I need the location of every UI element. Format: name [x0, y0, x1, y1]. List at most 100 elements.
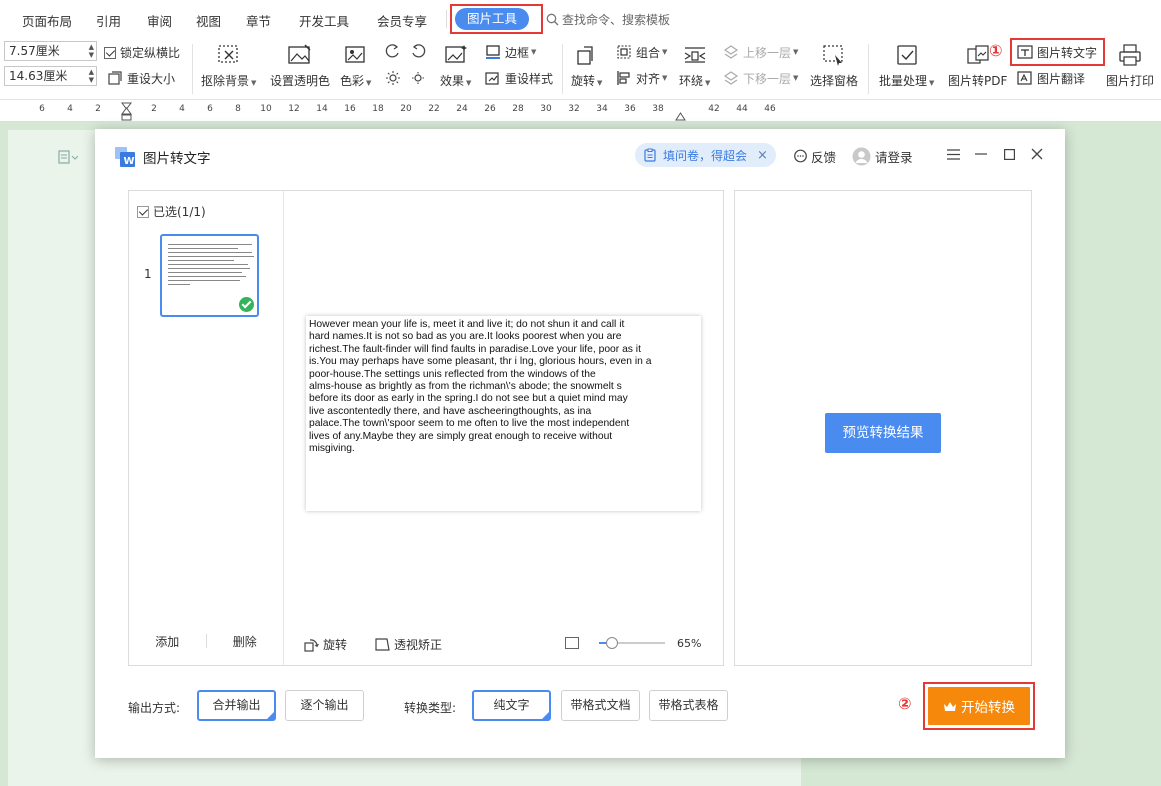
remove-background-button[interactable]: 抠除背景 ▼ [201, 42, 256, 89]
zoom-slider[interactable] [599, 636, 665, 650]
set-transparent-button[interactable]: 设置透明色 [270, 42, 330, 89]
delete-image-button[interactable]: 删除 [207, 633, 284, 650]
picture-print-button[interactable]: 图片打印 [1106, 42, 1154, 89]
ruler-tick: 14 [316, 104, 328, 114]
tab-picture-tools[interactable]: 图片工具 [455, 8, 529, 30]
menu-member[interactable]: 会员专享 [377, 11, 427, 30]
output-merge-option[interactable]: 合并输出 [197, 690, 276, 721]
effects-icon [442, 42, 470, 68]
brightness-down-button[interactable] [409, 69, 430, 87]
rotate-label: 旋转 [571, 74, 596, 88]
picture-to-text-icon [1016, 43, 1034, 61]
image-thumbnail[interactable] [160, 234, 259, 317]
preview-text-line: richest.The fault-finder will find fault… [309, 343, 641, 355]
perspective-icon [375, 638, 390, 651]
menu-icon[interactable] [945, 146, 961, 162]
bring-forward-icon [722, 43, 740, 61]
bring-forward-label: 上移一层 [743, 45, 792, 60]
type-formatted-table-option[interactable]: 带格式表格 [649, 690, 728, 721]
reset-size-button[interactable]: 重设大小 [106, 69, 175, 87]
dialog-title: 图片转文字 [143, 151, 211, 167]
effects-button[interactable]: 效果 ▼ [440, 42, 471, 89]
width-stepper[interactable]: ▲ ▼ [89, 43, 94, 59]
add-image-button[interactable]: 添加 [129, 633, 206, 650]
login-button[interactable]: 请登录 [852, 147, 913, 166]
rotate-icon [304, 639, 319, 652]
effects-label: 效果 [440, 74, 465, 88]
minimize-icon[interactable] [973, 146, 989, 162]
border-label: 边框 [505, 45, 530, 60]
menu-review[interactable]: 审阅 [147, 11, 172, 30]
menu-page-layout[interactable]: 页面布局 [22, 11, 72, 30]
command-search[interactable]: 查找命令、搜索模板 [546, 11, 670, 28]
feedback-label: 反馈 [811, 150, 837, 165]
clipboard-icon [644, 148, 656, 162]
width-input[interactable]: 7.57厘米 ▲ ▼ [4, 41, 97, 61]
picture-to-text-button[interactable]: 图片转文字 [1016, 43, 1097, 61]
translate-icon [1016, 69, 1034, 87]
height-stepper[interactable]: ▲ ▼ [89, 68, 94, 84]
crown-icon [944, 701, 956, 711]
align-button[interactable]: 对齐 ▼ [615, 69, 667, 87]
menu-developer[interactable]: 开发工具 [299, 11, 349, 30]
printer-icon [1116, 42, 1144, 68]
picture-to-text-dialog: W 图片转文字 填问卷，得超会 × 反馈 请登录 已选(1/1) 1 添加 删除… [95, 129, 1065, 758]
ruler-tick: 26 [484, 104, 496, 114]
checkbox-icon [137, 205, 149, 218]
zoom-handle[interactable] [606, 637, 618, 649]
picture-print-label: 图片打印 [1106, 74, 1155, 88]
remove-background-icon [215, 42, 243, 68]
rotate-image-button[interactable]: 旋转 [304, 636, 347, 653]
survey-banner[interactable]: 填问卷，得超会 × [635, 143, 776, 167]
rotate-cw-button[interactable] [409, 42, 430, 60]
selection-pane-button[interactable]: 选择窗格 [810, 42, 858, 89]
rotate-menu-button[interactable]: 旋转 ▼ [571, 42, 602, 89]
send-backward-button[interactable]: 下移一层 ▼ [722, 69, 798, 87]
zoom-level: 65% [677, 636, 702, 650]
menu-chapter[interactable]: 章节 [246, 11, 271, 30]
border-button[interactable]: 边框 ▼ [484, 43, 536, 61]
group-button[interactable]: 组合 ▼ [615, 43, 667, 61]
height-input[interactable]: 14.63厘米 ▲ ▼ [4, 66, 97, 86]
batch-process-button[interactable]: 批量处理 ▼ [879, 42, 934, 89]
align-icon [615, 69, 633, 87]
preview-result-button[interactable]: 预览转换结果 [825, 413, 941, 453]
rotate-ccw-button[interactable] [384, 42, 405, 60]
feedback-button[interactable]: 反馈 [793, 147, 836, 166]
document-outline-icon[interactable] [58, 150, 79, 167]
output-each-option[interactable]: 逐个输出 [285, 690, 364, 721]
rotate-icon [573, 42, 601, 68]
perspective-label: 透视矫正 [394, 638, 443, 652]
fit-page-icon[interactable] [565, 637, 579, 649]
type-plain-text-option[interactable]: 纯文字 [472, 690, 551, 721]
close-icon[interactable] [1029, 146, 1045, 162]
ruler-tick: 12 [288, 104, 300, 114]
search-placeholder: 查找命令、搜索模板 [562, 13, 671, 27]
select-all-checkbox[interactable]: 已选(1/1) [137, 203, 206, 220]
type-formatted-doc-option[interactable]: 带格式文档 [561, 690, 640, 721]
lock-ratio-checkbox[interactable]: 锁定纵横比 [104, 44, 180, 61]
picture-translate-button[interactable]: 图片翻译 [1016, 69, 1085, 87]
perspective-correct-button[interactable]: 透视矫正 [375, 636, 442, 653]
preview-text-line: misgiving. [309, 443, 355, 455]
maximize-icon[interactable] [1001, 146, 1017, 162]
brightness-up-button[interactable] [384, 69, 405, 87]
menu-references[interactable]: 引用 [96, 11, 121, 30]
thumbnail-actions: 添加 删除 [129, 626, 283, 656]
step-marker-1: ① [989, 41, 1003, 60]
wrap-button[interactable]: 环绕 ▼ [679, 42, 710, 89]
thumbnail-text-line [168, 280, 240, 281]
image-panel: 已选(1/1) 1 添加 删除 However mean your life i… [128, 190, 724, 666]
ruler-tick: 18 [372, 104, 384, 114]
reset-style-button[interactable]: 重设样式 [484, 69, 553, 87]
menu-view[interactable]: 视图 [196, 11, 221, 30]
border-icon [484, 43, 502, 61]
text-wrap-icon [681, 42, 709, 68]
thumbnail-text-line [168, 268, 250, 269]
rotate-label: 旋转 [323, 638, 348, 652]
start-convert-button[interactable]: 开始转换 [928, 687, 1030, 725]
ruler-tick: 34 [596, 104, 608, 114]
survey-close-icon[interactable]: × [757, 148, 768, 163]
color-button[interactable]: 色彩 ▼ [340, 42, 371, 89]
bring-forward-button[interactable]: 上移一层 ▼ [722, 43, 798, 61]
